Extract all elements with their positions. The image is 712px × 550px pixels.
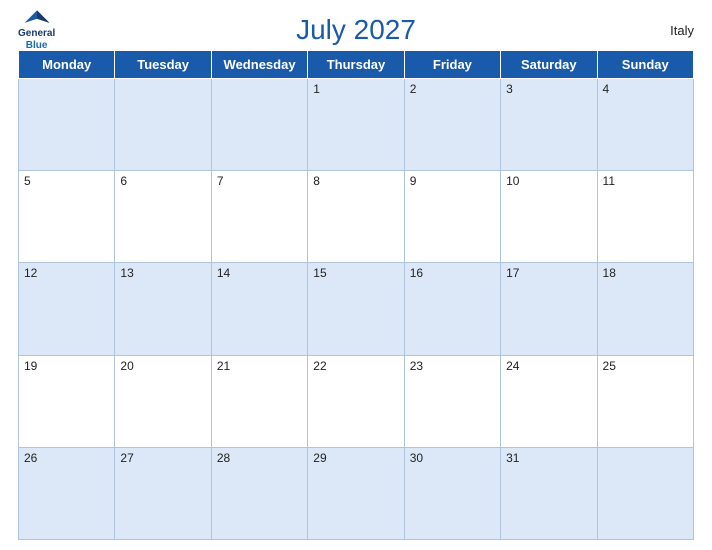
week-row-5: 26 27 28 29 30 31 <box>19 447 694 539</box>
day-number: 17 <box>506 266 519 280</box>
calendar-cell <box>115 79 211 171</box>
calendar-cell: 17 <box>501 263 597 355</box>
day-number: 22 <box>313 359 326 373</box>
calendar-cell: 16 <box>404 263 500 355</box>
day-number: 6 <box>120 174 127 188</box>
calendar-cell: 4 <box>597 79 693 171</box>
weekday-header-row: MondayTuesdayWednesdayThursdayFridaySatu… <box>19 51 694 79</box>
logo-bird-icon <box>23 9 51 27</box>
calendar-cell: 27 <box>115 447 211 539</box>
day-number: 21 <box>217 359 230 373</box>
calendar-cell: 6 <box>115 171 211 263</box>
day-number: 27 <box>120 451 133 465</box>
day-number: 23 <box>410 359 423 373</box>
calendar-cell: 19 <box>19 355 115 447</box>
weekday-header-tuesday: Tuesday <box>115 51 211 79</box>
day-number: 5 <box>24 174 31 188</box>
country-label: Italy <box>670 23 694 38</box>
weekday-header-friday: Friday <box>404 51 500 79</box>
day-number: 29 <box>313 451 326 465</box>
calendar-header: General Blue July 2027 Italy <box>18 14 694 46</box>
calendar-cell: 1 <box>308 79 404 171</box>
weekday-header-monday: Monday <box>19 51 115 79</box>
calendar-cell: 23 <box>404 355 500 447</box>
day-number: 30 <box>410 451 423 465</box>
day-number: 11 <box>603 174 615 188</box>
calendar-cell: 30 <box>404 447 500 539</box>
weekday-header-saturday: Saturday <box>501 51 597 79</box>
calendar-cell: 11 <box>597 171 693 263</box>
day-number: 19 <box>24 359 37 373</box>
calendar-cell: 29 <box>308 447 404 539</box>
calendar-cell: 15 <box>308 263 404 355</box>
calendar-cell: 9 <box>404 171 500 263</box>
calendar-cell: 7 <box>211 171 307 263</box>
day-number: 13 <box>120 266 133 280</box>
day-number: 15 <box>313 266 326 280</box>
day-number: 20 <box>120 359 133 373</box>
day-number: 7 <box>217 174 224 188</box>
calendar-cell: 22 <box>308 355 404 447</box>
logo-blue: Blue <box>26 40 48 52</box>
calendar-cell <box>597 447 693 539</box>
week-row-4: 19 20 21 22 23 24 25 <box>19 355 694 447</box>
day-number: 10 <box>506 174 519 188</box>
weekday-header-thursday: Thursday <box>308 51 404 79</box>
logo: General Blue <box>18 9 55 52</box>
day-number: 18 <box>603 266 616 280</box>
day-number: 12 <box>24 266 37 280</box>
day-number: 25 <box>603 359 616 373</box>
calendar-cell: 13 <box>115 263 211 355</box>
calendar-cell: 3 <box>501 79 597 171</box>
calendar-cell: 5 <box>19 171 115 263</box>
day-number: 2 <box>410 82 417 96</box>
day-number: 31 <box>506 451 519 465</box>
day-number: 16 <box>410 266 423 280</box>
calendar-cell: 10 <box>501 171 597 263</box>
calendar-cell: 21 <box>211 355 307 447</box>
calendar-cell: 8 <box>308 171 404 263</box>
day-number: 28 <box>217 451 230 465</box>
week-row-1: 1 2 3 4 <box>19 79 694 171</box>
calendar-cell: 20 <box>115 355 211 447</box>
week-row-3: 12 13 14 15 16 17 18 <box>19 263 694 355</box>
calendar-cell: 28 <box>211 447 307 539</box>
calendar-cell <box>211 79 307 171</box>
calendar-cell: 12 <box>19 263 115 355</box>
calendar-cell: 2 <box>404 79 500 171</box>
logo-general: General <box>18 28 55 40</box>
day-number: 1 <box>313 82 320 96</box>
day-number: 24 <box>506 359 519 373</box>
day-number: 8 <box>313 174 320 188</box>
day-number: 26 <box>24 451 37 465</box>
day-number: 9 <box>410 174 417 188</box>
calendar-cell: 26 <box>19 447 115 539</box>
month-title: July 2027 <box>296 14 416 46</box>
day-number: 14 <box>217 266 230 280</box>
calendar-cell: 25 <box>597 355 693 447</box>
weekday-header-wednesday: Wednesday <box>211 51 307 79</box>
calendar-cell: 31 <box>501 447 597 539</box>
calendar-cell <box>19 79 115 171</box>
calendar-table: MondayTuesdayWednesdayThursdayFridaySatu… <box>18 50 694 540</box>
calendar-cell: 18 <box>597 263 693 355</box>
day-number: 4 <box>603 82 610 96</box>
weekday-header-sunday: Sunday <box>597 51 693 79</box>
calendar-cell: 14 <box>211 263 307 355</box>
calendar-cell: 24 <box>501 355 597 447</box>
day-number: 3 <box>506 82 513 96</box>
week-row-2: 5 6 7 8 9 10 11 <box>19 171 694 263</box>
